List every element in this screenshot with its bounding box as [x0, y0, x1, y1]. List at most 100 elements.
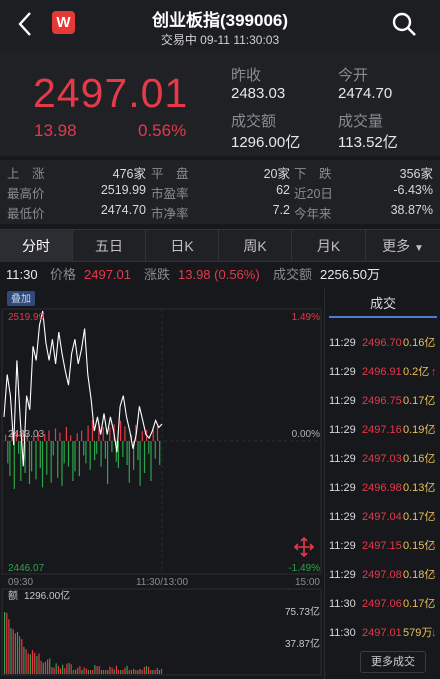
- turnover-bar: [105, 670, 107, 674]
- turnover-bar: [42, 662, 44, 674]
- volume-bar: [83, 441, 85, 456]
- turnover-bar: [70, 664, 72, 674]
- turnover-bar: [128, 670, 130, 674]
- turnover-bar: [40, 660, 42, 674]
- stat-label: 今年来: [294, 207, 332, 221]
- turnover-bar: [141, 670, 143, 674]
- volume-bar: [117, 441, 119, 469]
- volume-bar: [61, 441, 63, 486]
- volume-scale-mid: 37.87亿: [285, 637, 320, 650]
- volume-bar: [94, 441, 96, 461]
- trade-row: 11:29 2497.04 0.17亿 ↑: [327, 503, 440, 532]
- trades-panel: 成交 11:29 2496.70 0.16亿 ↓ 11:29 2496.91 0.2亿 ↑ 11…: [324, 289, 440, 679]
- trade-row: 11:29 2497.16 0.19亿 ↑: [327, 416, 440, 445]
- volume-bar: [96, 441, 98, 454]
- turnover-bar: [135, 670, 137, 674]
- stat-value: 2519.99: [100, 183, 146, 197]
- volume-bar: [148, 441, 150, 454]
- volume-bar: [104, 441, 106, 459]
- page-title: 创业板指(399006): [151, 11, 289, 30]
- stat-value: 20家: [263, 167, 290, 181]
- trade-price: 2497.15: [362, 540, 402, 552]
- time-label-start: 09:30: [8, 577, 33, 588]
- turnover-bar: [102, 670, 105, 674]
- trade-time: 11:29: [329, 395, 356, 407]
- stat-value: 7.2: [272, 203, 290, 217]
- turnover-bar: [85, 668, 87, 674]
- tab-more[interactable]: 更多 ▼: [366, 230, 440, 262]
- trade-time: 11:29: [329, 482, 356, 494]
- turnover-bar: [96, 666, 98, 674]
- volume-bar: [143, 441, 146, 473]
- trade-price: 2497.01: [362, 627, 402, 639]
- tab-weekly-k[interactable]: 周K: [219, 230, 292, 262]
- volume-bar: [63, 441, 65, 464]
- turnover-bar: [160, 669, 163, 674]
- arrow-up-icon: ↑: [431, 569, 437, 581]
- arrow-down-icon: ↓: [431, 482, 437, 494]
- turnover-bar: [14, 633, 16, 674]
- trade-row: 11:29 2497.08 0.18亿 ↑: [327, 561, 440, 590]
- turnover-label: 成交额: [231, 113, 277, 130]
- volume-bar: [85, 441, 87, 464]
- search-icon[interactable]: [391, 11, 417, 37]
- intraday-chart-area[interactable]: 叠加 2519.99 2483.03 2446.07 1.49% 0.00% -…: [0, 289, 324, 679]
- stat-value: 356家: [399, 167, 433, 181]
- arrow-up-icon: ↑: [431, 366, 437, 378]
- stat-label: 下 跌: [294, 167, 332, 181]
- stats-table: 上 涨 476家 平 盘 20家 下 跌 356家 最高价 2519.99 市盈…: [0, 160, 440, 224]
- current-price: 2497.01: [33, 70, 189, 116]
- stat-label: 市盈率: [151, 187, 189, 201]
- volume-bar: [9, 441, 11, 477]
- trade-row: 11:29 2496.98 0.13亿 ↓: [327, 474, 440, 503]
- pct-label-top: 1.49%: [292, 312, 320, 323]
- turnover-bar: [98, 666, 100, 674]
- info-change: 13.98 (0.56%): [178, 267, 260, 282]
- price-change-percent: 0.56%: [138, 121, 187, 140]
- volume-bar: [128, 441, 130, 483]
- turnover-bar: [94, 665, 96, 674]
- more-trades-button[interactable]: 更多成交: [360, 651, 426, 673]
- volume-bar: [102, 427, 104, 441]
- tab-five-day[interactable]: 五日: [73, 230, 146, 262]
- volume-bar: [107, 441, 109, 485]
- app-screen: W 创业板指(399006) 交易中 09-11 11:30:03 2497.0…: [0, 0, 440, 679]
- overlay-button-label: 叠加: [11, 293, 31, 305]
- turnover-bar: [145, 665, 148, 674]
- volume-bar: [59, 432, 61, 441]
- turnover-bar: [4, 612, 6, 674]
- volume-bar: [65, 427, 67, 441]
- trade-time: 11:30: [329, 598, 356, 610]
- turnover-bar: [137, 670, 139, 674]
- open-value: 2474.70: [338, 85, 393, 102]
- y-label-top: 2519.99: [8, 312, 45, 323]
- turnover-bar: [12, 629, 14, 674]
- turnover-bar: [49, 658, 51, 674]
- intraday-chart[interactable]: 叠加 2519.99 2483.03 2446.07 1.49% 0.00% -…: [0, 289, 324, 679]
- trade-row: 11:30 2497.01 579万 ↓: [327, 619, 440, 648]
- tab-intraday[interactable]: 分时: [0, 230, 73, 262]
- turnover-bar: [23, 646, 25, 674]
- volume-bar: [52, 441, 54, 456]
- turnover-bar: [64, 668, 66, 674]
- turnover-bar: [115, 665, 117, 674]
- volume-bar: [70, 435, 72, 441]
- stat-label: 最低价: [7, 207, 45, 221]
- trade-row: 11:29 2496.75 0.17亿 ↓: [327, 387, 440, 416]
- stat-value: 476家: [112, 167, 146, 181]
- prev-close-label: 昨收: [231, 67, 262, 84]
- trade-time: 11:29: [329, 511, 356, 523]
- volume-bar: [41, 441, 44, 488]
- turnover-bar: [154, 669, 156, 674]
- tab-monthly-k[interactable]: 月K: [292, 230, 366, 262]
- turnover-bar: [143, 666, 145, 674]
- turnover-bar: [79, 666, 81, 674]
- prev-close-value: 2483.03: [231, 85, 286, 102]
- volume-bar: [126, 441, 128, 465]
- trade-price: 2497.16: [362, 424, 402, 436]
- trade-volume: 0.2亿: [403, 366, 430, 378]
- arrow-down-icon: ↓: [431, 627, 437, 639]
- arrow-down-icon: ↓: [431, 598, 437, 610]
- volume-bar: [78, 441, 80, 477]
- tab-daily-k[interactable]: 日K: [146, 230, 219, 262]
